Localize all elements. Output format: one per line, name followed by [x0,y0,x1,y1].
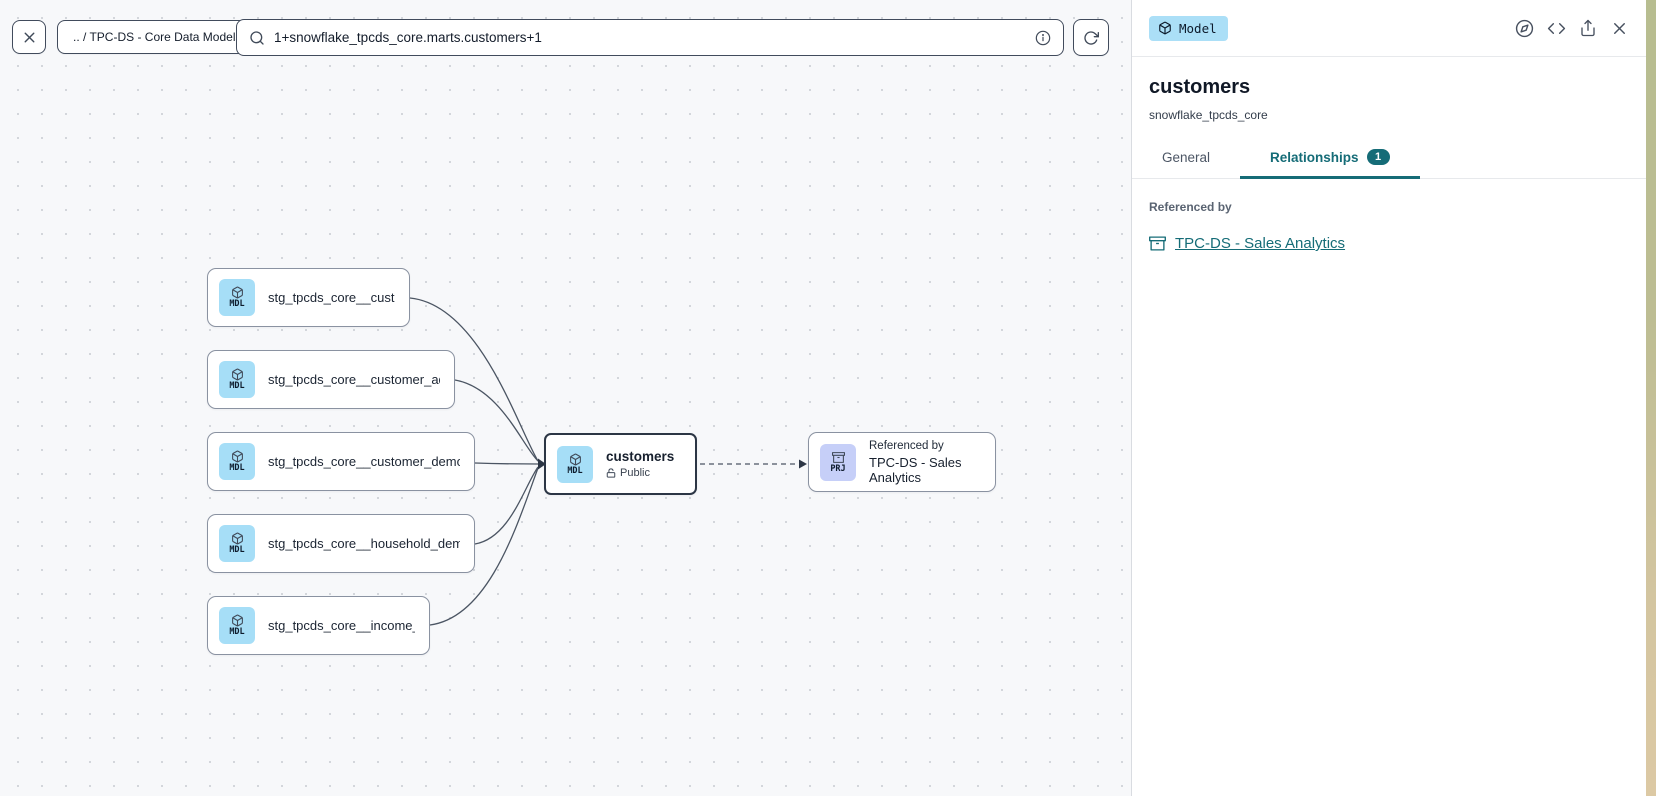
lineage-node-stg-household-demographics[interactable]: MDL stg_tpcds_core__household_demogr... [207,514,475,573]
info-icon[interactable] [1035,30,1051,46]
desktop-wallpaper-strip [1646,0,1656,796]
chip-label: MDL [229,382,244,391]
archive-icon [1149,235,1166,252]
chip-label: MDL [229,300,244,309]
node-title: TPC-DS - Sales Analytics [869,455,981,485]
chip-label: MDL [567,467,582,476]
cube-icon [231,532,244,545]
model-type-chip: MDL [219,525,255,562]
cube-icon [231,368,244,381]
code-icon[interactable] [1547,19,1566,38]
refresh-button[interactable] [1073,19,1109,56]
cube-icon [231,286,244,299]
panel-header: Model [1132,0,1646,57]
node-title: customers [606,449,674,464]
lineage-node-customers-selected[interactable]: MDL customers Public [544,433,697,495]
referenced-by-caption: Referenced by [869,440,981,452]
model-type-chip: MDL [219,443,255,480]
panel-tabs: General Relationships 1 [1132,136,1646,179]
chip-label: MDL [229,546,244,555]
chip-label: PRJ [830,465,845,474]
visibility-label: Public [620,467,650,479]
node-label: stg_tpcds_core__income_band [268,618,415,633]
close-icon [21,29,38,46]
lineage-canvas[interactable]: MDL stg_tpcds_core__customer MDL stg_tpc… [0,0,1131,796]
search-icon [249,30,265,46]
lineage-node-stg-customer-address[interactable]: MDL stg_tpcds_core__customer_address [207,350,455,409]
lineage-edges [0,0,1131,796]
cube-icon [231,450,244,463]
cube-icon [231,614,244,627]
page-subtitle: snowflake_tpcds_core [1149,108,1629,122]
model-type-chip: MDL [219,279,255,316]
node-label: stg_tpcds_core__customer_demogra... [268,454,460,469]
page-title: customers [1149,76,1629,99]
details-panel: Model customers snowflake_tpcds_core Gen… [1131,0,1646,796]
cube-icon [569,453,582,466]
lineage-node-stg-customer[interactable]: MDL stg_tpcds_core__customer [207,268,410,327]
tab-label: Relationships [1270,150,1359,165]
search-input[interactable] [274,30,1026,45]
share-icon[interactable] [1579,19,1597,37]
tab-label: General [1162,150,1210,165]
node-label: stg_tpcds_core__customer [268,290,395,305]
chip-label: MDL [229,464,244,473]
chip-label: MDL [229,628,244,637]
close-panel-icon[interactable] [1610,19,1629,38]
model-type-chip: MDL [219,361,255,398]
app-window: MDL stg_tpcds_core__customer MDL stg_tpc… [0,0,1656,796]
cube-icon [1158,21,1172,35]
lineage-node-stg-income-band[interactable]: MDL stg_tpcds_core__income_band [207,596,430,655]
lineage-node-stg-customer-demographics[interactable]: MDL stg_tpcds_core__customer_demogra... [207,432,475,491]
model-type-badge-label: Model [1179,21,1217,36]
relationships-count-badge: 1 [1367,149,1390,165]
close-lineage-button[interactable] [12,20,46,54]
referenced-by-section-label: Referenced by [1149,200,1629,214]
model-type-chip: MDL [219,607,255,644]
archive-icon [832,451,845,464]
lineage-search[interactable] [236,19,1064,56]
unlock-icon [606,468,616,478]
breadcrumb-button[interactable]: .. / TPC-DS - Core Data Models [57,20,258,54]
tab-general[interactable]: General [1132,136,1240,178]
project-type-chip: PRJ [820,444,856,481]
lineage-node-referenced-project[interactable]: PRJ Referenced by TPC-DS - Sales Analyti… [808,432,996,492]
node-label: stg_tpcds_core__customer_address [268,372,440,387]
refresh-icon [1083,30,1099,46]
model-type-chip: MDL [557,446,593,483]
compass-icon[interactable] [1515,19,1534,38]
model-type-badge: Model [1149,16,1228,41]
node-label: stg_tpcds_core__household_demogr... [268,536,460,551]
tab-relationships[interactable]: Relationships 1 [1240,136,1420,178]
referenced-project-link[interactable]: TPC-DS - Sales Analytics [1175,235,1345,252]
